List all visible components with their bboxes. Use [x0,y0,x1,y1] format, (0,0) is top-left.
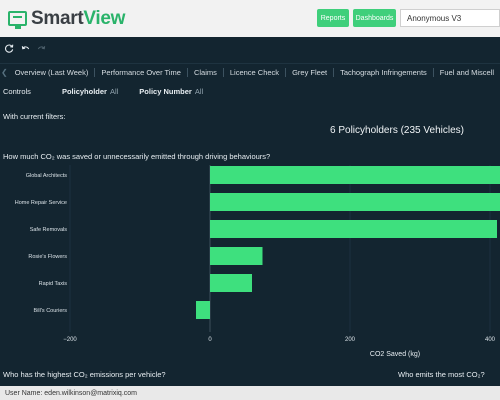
bar [210,274,252,292]
logo-text-smart: Smart [31,7,84,29]
policy-number-filter-value: All [194,86,204,96]
x-tick-label: 400 [485,337,496,343]
status-bar: User Name: eden.wilkinson@matrixiq.com [0,386,500,400]
bar [210,193,500,211]
tab-fuel-and-miscellaneous[interactable]: Fuel and Miscell [434,68,500,77]
report-tabs: ❮ Overview (Last Week) Performance Over … [0,63,500,81]
category-label: Home Repair Service [15,200,67,206]
refresh-icon[interactable] [2,41,16,55]
category-label: Global Architects [26,173,68,179]
highest-emissions-question: Who has the highest CO₂ emissions per ve… [3,370,166,379]
category-label: Rapid Taxis [39,281,68,287]
policy-number-filter[interactable]: Policy Number All [139,87,203,96]
monitor-icon [8,11,27,29]
x-axis-title: CO2 Saved (kg) [370,351,420,358]
policyholder-summary: 6 Policyholders (235 Vehicles) [330,125,464,136]
x-tick-label: −200 [63,337,77,343]
tab-licence-check[interactable]: Licence Check [224,68,287,77]
account-select[interactable]: Anonymous V3 [400,9,500,27]
current-filters-label: With current filters: [3,112,66,121]
dashboards-button[interactable]: Dashboards [353,9,396,27]
bar [210,166,500,184]
controls-label: Controls [3,86,31,96]
x-tick-label: 0 [208,337,212,343]
category-label: Bill's Couriers [34,308,68,314]
redo-icon[interactable] [34,41,48,55]
most-emissions-question: Who emits the most CO₂? [398,370,485,379]
category-label: Rosie's Flowers [28,254,67,260]
tab-performance-over-time[interactable]: Performance Over Time [95,68,188,77]
co2-saved-chart: Global Architects Home Repair Service Safe… [0,160,500,360]
reports-button[interactable]: Reports [317,9,349,27]
toolbar [0,37,500,59]
undo-icon[interactable] [18,41,32,55]
policy-number-filter-label: Policy Number [139,86,192,96]
bar [210,247,263,265]
scroll-left-icon[interactable]: ❮ [0,68,9,77]
policyholder-filter-label: Policyholder [61,86,107,96]
co2-chart-svg: Global Architects Home Repair Service Safe… [15,165,500,358]
logo-text-view: View [83,7,126,29]
bar [196,301,210,319]
policyholder-filter-value: All [109,86,119,96]
policyholder-filter[interactable]: Policyholder All [62,87,118,96]
bar [210,220,497,238]
tab-tachograph-infringements[interactable]: Tachograph Infringements [334,68,434,77]
tab-grey-fleet[interactable]: Grey Fleet [286,68,335,77]
controls-bar: Controls Policyholder All Policy Number … [0,82,500,100]
user-name-text: User Name: eden.wilkinson@matrixiq.com [5,389,137,397]
tab-claims[interactable]: Claims [188,68,224,77]
category-label: Safe Removals [30,227,68,233]
smartview-logo[interactable]: SmartView [8,8,125,30]
x-tick-label: 200 [345,337,356,343]
tab-overview[interactable]: Overview (Last Week) [9,68,96,77]
app-header: SmartView Reports Dashboards Anonymous V… [0,0,500,37]
